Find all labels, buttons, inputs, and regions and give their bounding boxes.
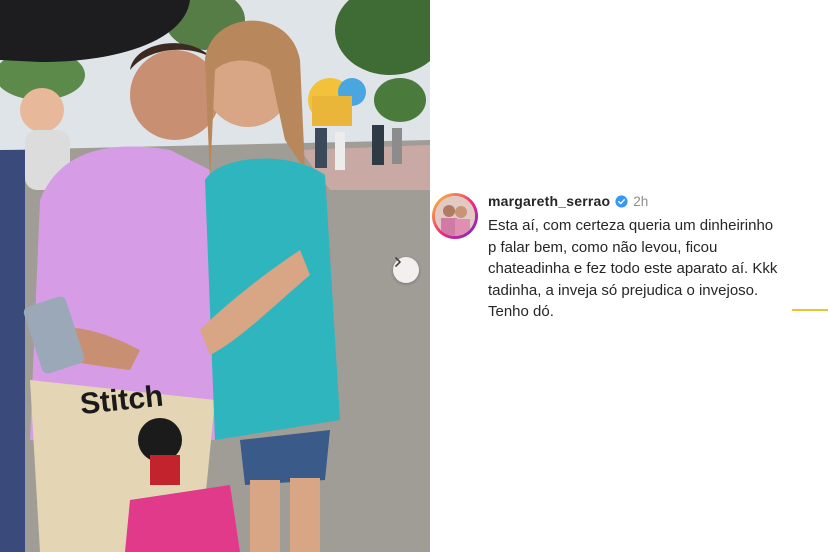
carousel-next-button[interactable] <box>393 257 419 283</box>
photo-scene: Stitch <box>0 0 430 552</box>
accent-divider <box>792 309 828 311</box>
comment-text: Esta aí, com certeza queria um dinheirin… <box>488 217 778 320</box>
post-photo[interactable]: Stitch <box>0 0 430 552</box>
chevron-right-icon <box>395 257 401 267</box>
comment-panel: margareth_serrao 2h Esta aí, com certeza… <box>430 0 828 552</box>
verified-badge-icon <box>615 194 628 208</box>
avatar[interactable] <box>432 193 478 239</box>
comment-header: margareth_serrao 2h <box>488 193 648 209</box>
comment-username[interactable]: margareth_serrao <box>488 193 610 209</box>
comment-timestamp: 2h <box>633 193 649 209</box>
avatar-image <box>435 196 475 236</box>
